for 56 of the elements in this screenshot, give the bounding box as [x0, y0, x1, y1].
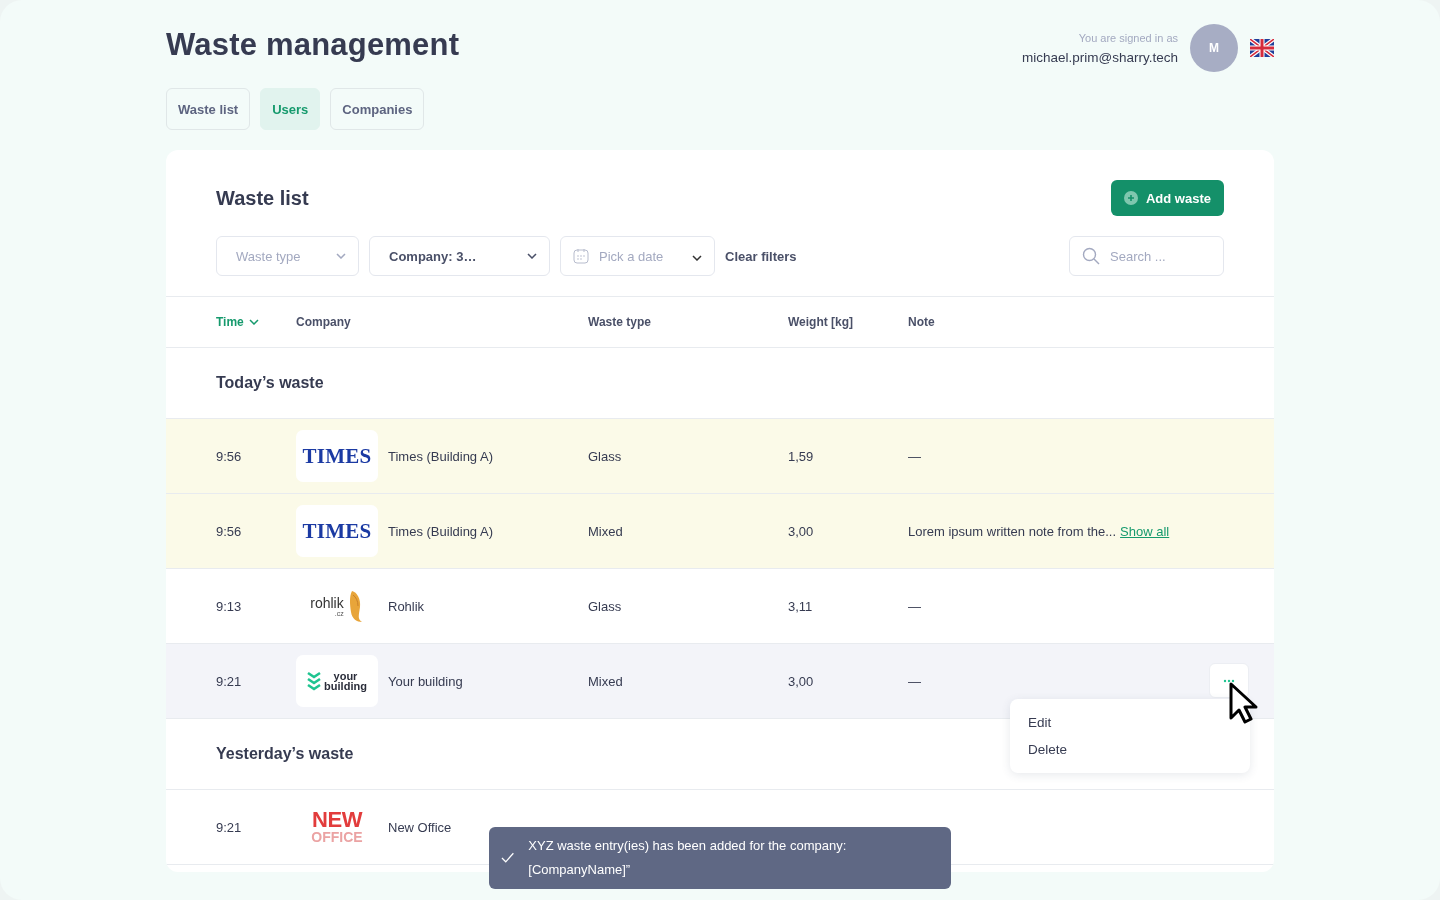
waste-type-cell-text: Glass — [588, 448, 623, 464]
page-title: Waste management — [166, 27, 460, 63]
nav-tab[interactable]: Companies — [330, 88, 425, 130]
time-cell-text: 9:56 — [216, 523, 243, 539]
checkmark-icon — [501, 852, 515, 864]
weight-cell-text: 1,59 — [788, 448, 815, 464]
company-cell-text: Times (Building A) — [388, 448, 494, 464]
time-cell-text: 9:21 — [216, 819, 243, 835]
time-cell-text: 9:56 — [216, 448, 243, 464]
company-logo: your building — [296, 655, 378, 707]
more-dots-icon — [1223, 678, 1235, 683]
weight-cell-text: 3,00 — [788, 673, 815, 689]
weight-cell-text: 3,11 — [788, 598, 814, 614]
chevron-down-icon — [527, 253, 537, 259]
note-cell: — — [908, 673, 921, 689]
toast-message: XYZ waste entry(ies) has been added for the company: [CompanyName]” — [528, 837, 848, 879]
company-cell-text: Rohlik — [388, 598, 426, 614]
weight-cell-text: 3,00 — [788, 523, 815, 539]
company-cell-text: Times (Building A) — [388, 523, 494, 539]
filter-dropdown[interactable]: Company: 3… — [369, 236, 550, 276]
chevron-down-icon — [336, 253, 346, 259]
company-logo: TIMES — [296, 430, 378, 482]
note-cell: — — [908, 448, 921, 464]
search-icon — [1082, 247, 1100, 265]
show-all-link[interactable]: Show all — [1120, 523, 1170, 539]
company-cell-text: New Office — [388, 819, 453, 835]
chevron-down-icon — [692, 254, 702, 261]
column-header[interactable]: Weight [kg] — [788, 315, 908, 329]
table-row[interactable]: 9:56 TIMES Times (Building A) Glass 1,59 — — [166, 419, 1274, 494]
note-cell: Lorem ipsum written note from the... — [908, 523, 1117, 539]
group-heading: Today’s waste — [216, 374, 324, 392]
company-logo: TIMES — [296, 505, 378, 557]
time-cell-text: 9:13 — [216, 598, 243, 614]
calendar-icon — [573, 248, 589, 264]
nav-tab[interactable]: Waste list — [166, 88, 251, 130]
add-waste-button[interactable]: Add waste — [1111, 180, 1224, 216]
panel-title: Waste list — [216, 186, 309, 210]
signed-in-label: You are signed in as — [1078, 31, 1178, 44]
plus-circle-icon — [1124, 191, 1138, 205]
waste-type-cell-text: Glass — [588, 598, 623, 614]
waste-type-cell-text: Mixed — [588, 523, 624, 539]
column-header[interactable]: Note — [908, 315, 1274, 329]
column-header[interactable]: Company — [296, 315, 588, 329]
table-row[interactable]: 9:56 TIMES Times (Building A) Mixed 3,00 Lorem ipsum written note from the... Show all — [166, 494, 1274, 569]
chevron-down-icon — [248, 319, 259, 325]
column-header[interactable]: Waste type — [588, 315, 788, 329]
uk-flag-icon[interactable] — [1250, 39, 1274, 57]
note-cell: — — [908, 598, 921, 614]
time-cell-text: 9:21 — [216, 673, 243, 689]
company-cell-text: Your building — [388, 673, 464, 689]
waste-type-cell-text: Mixed — [588, 673, 624, 689]
user-email: michael.prim@sharry.tech — [1022, 49, 1178, 65]
group-heading: Yesterday’s waste — [216, 745, 354, 763]
menu-item[interactable]: Delete — [1010, 736, 1250, 763]
clear-filters-link[interactable]: Clear filters — [725, 248, 797, 264]
column-header[interactable]: Time — [216, 315, 296, 329]
